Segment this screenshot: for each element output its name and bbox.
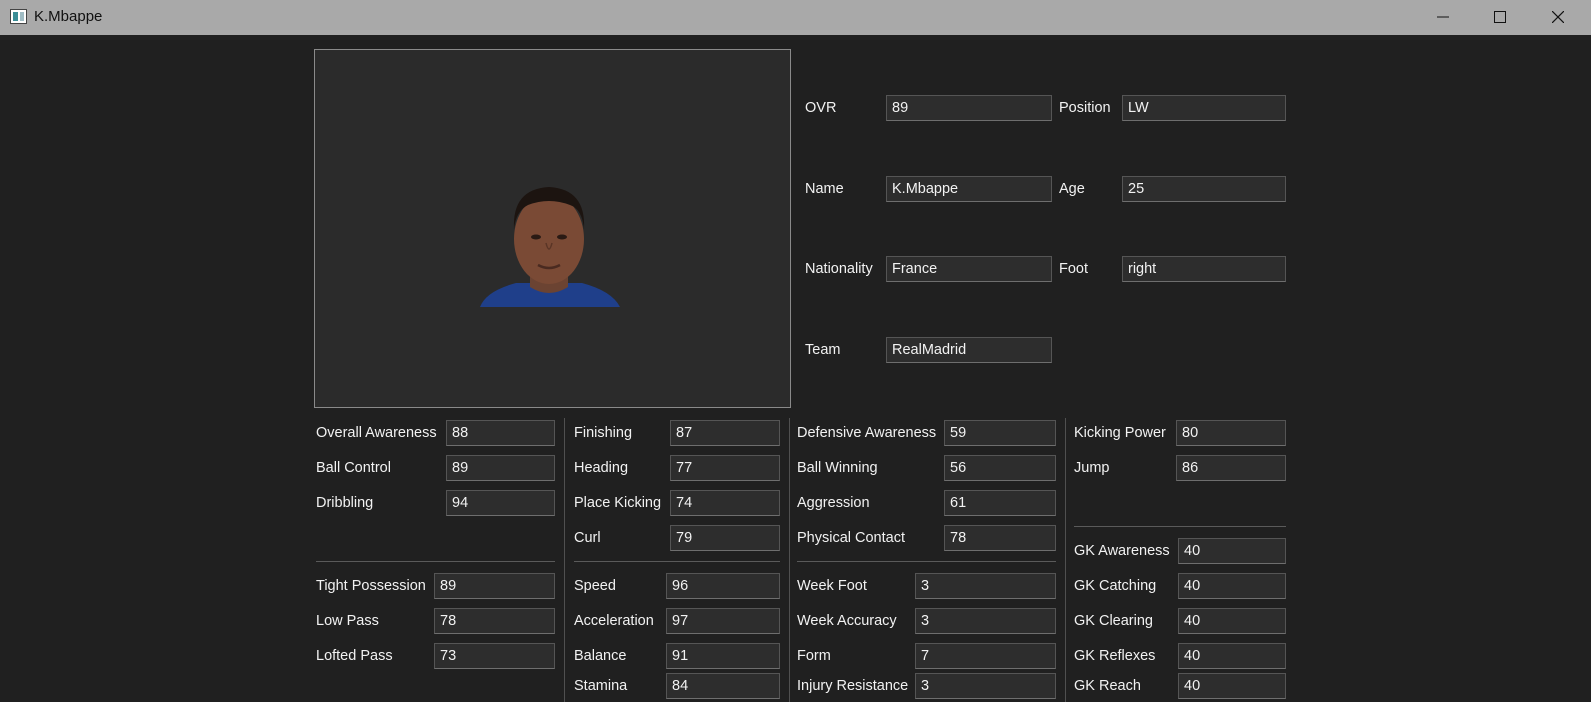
player-photo [480, 187, 620, 307]
column-divider [789, 418, 790, 702]
nationality-label: Nationality [805, 261, 873, 277]
minimize-button[interactable] [1420, 0, 1466, 35]
maximize-button[interactable] [1477, 0, 1523, 35]
kicking-power-field[interactable]: 80 [1176, 420, 1286, 446]
window-title: K.Mbappe [34, 8, 103, 25]
gk-clearing-field[interactable]: 40 [1178, 608, 1286, 634]
form-label: Form [797, 648, 831, 664]
injury-resistance-label: Injury Resistance [797, 678, 909, 694]
week-accuracy-field[interactable]: 3 [915, 608, 1056, 634]
name-label: Name [805, 181, 844, 197]
lofted-pass-field[interactable]: 73 [434, 643, 555, 669]
overall-awareness-field[interactable]: 88 [446, 420, 555, 446]
balance-field[interactable]: 91 [666, 643, 780, 669]
physical-contact-field[interactable]: 78 [944, 525, 1056, 551]
column-divider [1065, 418, 1066, 702]
jump-field[interactable]: 86 [1176, 455, 1286, 481]
balance-label: Balance [574, 648, 627, 664]
close-button[interactable] [1535, 0, 1581, 35]
column-divider [564, 418, 565, 702]
place-kicking-label: Place Kicking [574, 495, 662, 511]
acceleration-label: Acceleration [574, 613, 654, 629]
dribbling-label: Dribbling [316, 495, 374, 511]
finishing-label: Finishing [574, 425, 633, 441]
nationality-field[interactable]: France [886, 256, 1052, 282]
week-accuracy-label: Week Accuracy [797, 613, 897, 629]
ovr-label: OVR [805, 100, 837, 116]
section-divider [1074, 526, 1286, 527]
section-divider [797, 561, 1056, 562]
gk-catching-label: GK Catching [1074, 578, 1157, 594]
ball-control-label: Ball Control [316, 460, 391, 476]
week-foot-label: Week Foot [797, 578, 867, 594]
defensive-awareness-label: Defensive Awareness [797, 425, 937, 441]
position-field[interactable]: LW [1122, 95, 1286, 121]
speed-field[interactable]: 96 [666, 573, 780, 599]
acceleration-field[interactable]: 97 [666, 608, 780, 634]
kicking-power-label: Kicking Power [1074, 425, 1166, 441]
age-field[interactable]: 25 [1122, 176, 1286, 202]
stamina-label: Stamina [574, 678, 628, 694]
heading-label: Heading [574, 460, 629, 476]
ball-winning-field[interactable]: 56 [944, 455, 1056, 481]
team-label: Team [805, 342, 841, 358]
curl-label: Curl [574, 530, 601, 546]
ball-winning-label: Ball Winning [797, 460, 878, 476]
title-bar: K.Mbappe [0, 0, 1591, 35]
foot-field[interactable]: right [1122, 256, 1286, 282]
tight-possession-field[interactable]: 89 [434, 573, 555, 599]
form-field[interactable]: 7 [915, 643, 1056, 669]
finishing-field[interactable]: 87 [670, 420, 780, 446]
low-pass-field[interactable]: 78 [434, 608, 555, 634]
ball-control-field[interactable]: 89 [446, 455, 555, 481]
gk-clearing-label: GK Clearing [1074, 613, 1153, 629]
physical-contact-label: Physical Contact [797, 530, 905, 546]
tight-possession-label: Tight Possession [316, 578, 426, 594]
section-divider [574, 561, 780, 562]
gk-catching-field[interactable]: 40 [1178, 573, 1286, 599]
gk-awareness-label: GK Awareness [1074, 543, 1170, 559]
gk-reach-field[interactable]: 40 [1178, 673, 1286, 699]
gk-reach-label: GK Reach [1074, 678, 1141, 694]
speed-label: Speed [574, 578, 616, 594]
minimize-icon [1437, 16, 1449, 18]
stamina-field[interactable]: 84 [666, 673, 780, 699]
maximize-icon [1494, 11, 1506, 23]
aggression-label: Aggression [797, 495, 870, 511]
jump-label: Jump [1074, 460, 1110, 476]
team-field[interactable]: RealMadrid [886, 337, 1052, 363]
age-label: Age [1059, 181, 1085, 197]
curl-field[interactable]: 79 [670, 525, 780, 551]
gk-awareness-field[interactable]: 40 [1178, 538, 1286, 564]
aggression-field[interactable]: 61 [944, 490, 1056, 516]
gk-reflexes-field[interactable]: 40 [1178, 643, 1286, 669]
close-icon [1552, 11, 1564, 23]
place-kicking-field[interactable]: 74 [670, 490, 780, 516]
defensive-awareness-field[interactable]: 59 [944, 420, 1056, 446]
section-divider [316, 561, 555, 562]
lofted-pass-label: Lofted Pass [316, 648, 393, 664]
injury-resistance-field[interactable]: 3 [915, 673, 1056, 699]
dribbling-field[interactable]: 94 [446, 490, 555, 516]
overall-awareness-label: Overall Awareness [316, 425, 437, 441]
player-photo-frame [314, 49, 791, 408]
ovr-field[interactable]: 89 [886, 95, 1052, 121]
gk-reflexes-label: GK Reflexes [1074, 648, 1156, 664]
week-foot-field[interactable]: 3 [915, 573, 1056, 599]
app-icon [10, 9, 27, 24]
foot-label: Foot [1059, 261, 1089, 277]
low-pass-label: Low Pass [316, 613, 379, 629]
position-label: Position [1059, 100, 1111, 116]
name-field[interactable]: K.Mbappe [886, 176, 1052, 202]
heading-field[interactable]: 77 [670, 455, 780, 481]
